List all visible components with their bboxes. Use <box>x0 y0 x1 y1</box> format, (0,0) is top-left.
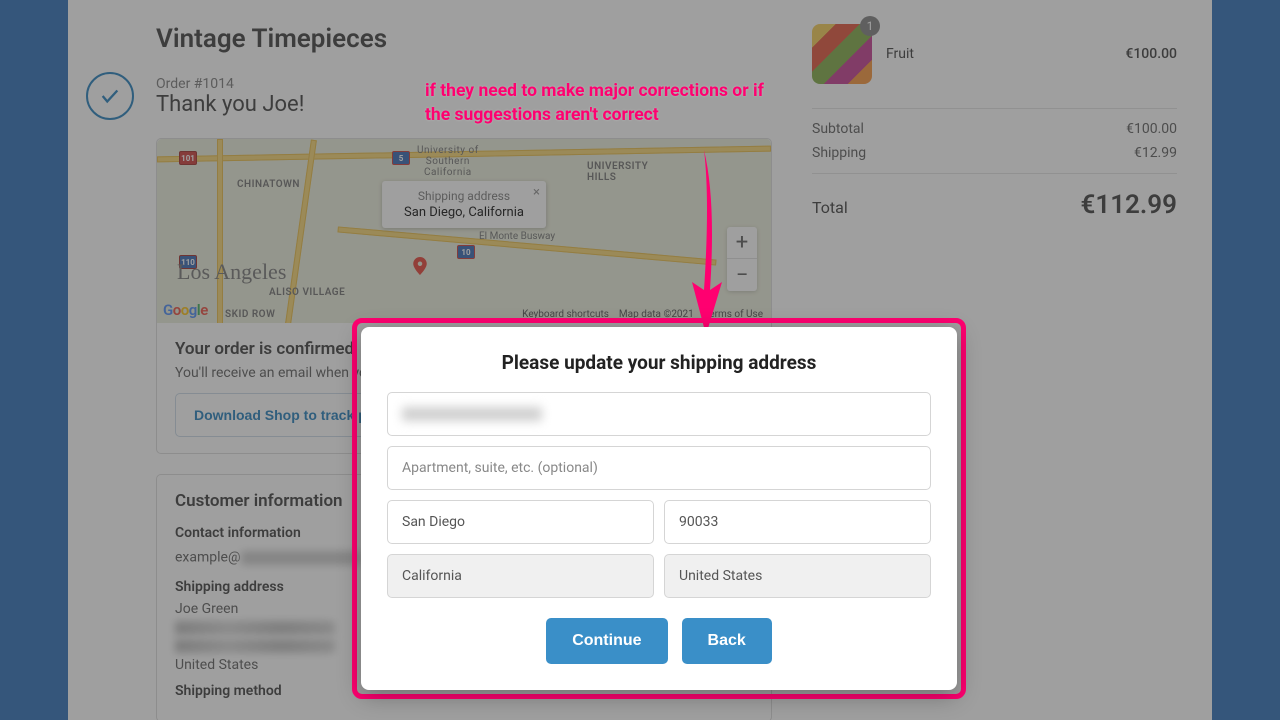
continue-button[interactable]: Continue <box>546 618 667 664</box>
back-button[interactable]: Back <box>682 618 772 664</box>
shipping-modal: Please update your shipping address Apar… <box>361 327 957 690</box>
zip-field[interactable]: 90033 <box>664 500 931 544</box>
apt-field[interactable]: Apartment, suite, etc. (optional) <box>387 446 931 490</box>
city-field[interactable]: San Diego <box>387 500 654 544</box>
address-field[interactable] <box>387 392 931 436</box>
modal-highlight: Please update your shipping address Apar… <box>352 318 966 699</box>
arrow-icon <box>688 150 728 335</box>
annotation-text: if they need to make major corrections o… <box>425 80 764 127</box>
modal-title: Please update your shipping address <box>387 351 931 374</box>
state-field[interactable]: California <box>387 554 654 598</box>
country-field[interactable]: United States <box>664 554 931 598</box>
